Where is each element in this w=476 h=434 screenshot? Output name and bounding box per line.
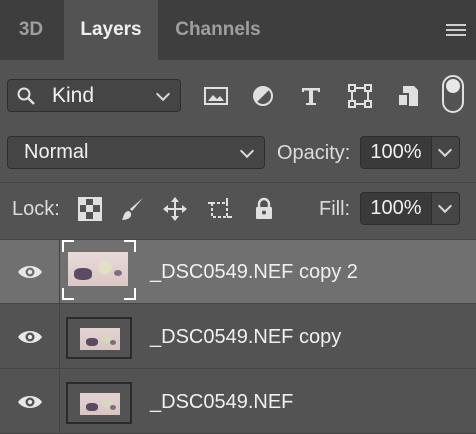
fill-input[interactable]: 100%	[360, 192, 432, 225]
opacity-input[interactable]: 100%	[360, 136, 432, 169]
chevron-down-icon	[239, 143, 255, 159]
chevron-down-icon	[437, 142, 453, 158]
layer-thumbnail-image	[80, 328, 120, 350]
lock-all-icon[interactable]	[251, 196, 277, 222]
fill-dropdown-button[interactable]	[432, 192, 460, 225]
shape-filter-icon[interactable]	[346, 82, 374, 110]
eye-icon	[18, 331, 42, 343]
lock-transparent-pixels-icon[interactable]	[77, 196, 103, 222]
layer-row[interactable]: _DSC0549.NEF copy	[0, 305, 476, 369]
layer-thumbnail-image	[68, 252, 128, 286]
layer-row[interactable]: _DSC0549.NEF copy 2	[0, 240, 476, 304]
layer-row[interactable]: _DSC0549.NEF	[0, 370, 476, 434]
opacity-label: Opacity:	[277, 142, 351, 164]
layer-name[interactable]: _DSC0549.NEF copy	[150, 305, 341, 369]
filter-kind-select[interactable]: Kind	[7, 79, 181, 112]
lock-position-icon[interactable]	[162, 196, 188, 222]
divider	[0, 182, 476, 183]
lock-label: Lock:	[12, 198, 60, 220]
visibility-toggle[interactable]	[0, 240, 60, 304]
tab-layers[interactable]: Layers	[64, 0, 158, 60]
fill-label: Fill:	[319, 198, 351, 220]
lock-artboard-icon[interactable]	[207, 196, 233, 222]
layer-thumbnail[interactable]	[66, 382, 132, 424]
layer-thumbnail[interactable]	[62, 240, 136, 300]
adjustment-filter-icon[interactable]	[249, 82, 277, 110]
blend-mode-select[interactable]: Normal	[7, 136, 265, 169]
eye-icon	[18, 396, 42, 408]
eye-icon	[18, 266, 42, 278]
layer-thumbnail[interactable]	[66, 317, 132, 359]
image-filter-icon[interactable]	[202, 82, 230, 110]
panel-tab-bar: 3D Layers Channels	[0, 0, 476, 60]
filter-toggle-switch[interactable]	[442, 75, 464, 113]
search-icon	[17, 87, 35, 105]
layer-name[interactable]: _DSC0549.NEF copy 2	[150, 240, 358, 304]
tab-3d[interactable]: 3D	[0, 0, 62, 60]
chevron-down-icon	[155, 86, 171, 102]
type-filter-icon[interactable]	[297, 82, 325, 110]
visibility-toggle[interactable]	[0, 305, 60, 369]
tab-channels[interactable]: Channels	[162, 0, 274, 60]
chevron-down-icon	[437, 198, 453, 214]
lock-image-pixels-icon[interactable]	[120, 196, 146, 222]
filter-kind-label: Kind	[52, 84, 95, 107]
opacity-dropdown-button[interactable]	[432, 136, 460, 169]
layer-name[interactable]: _DSC0549.NEF	[150, 370, 293, 434]
visibility-toggle[interactable]	[0, 370, 60, 434]
panel-menu-icon[interactable]	[446, 24, 466, 38]
toggle-knob	[446, 79, 460, 93]
smart-object-filter-icon[interactable]	[394, 82, 422, 110]
layer-thumbnail-image	[80, 393, 120, 415]
blend-mode-value: Normal	[24, 141, 89, 163]
